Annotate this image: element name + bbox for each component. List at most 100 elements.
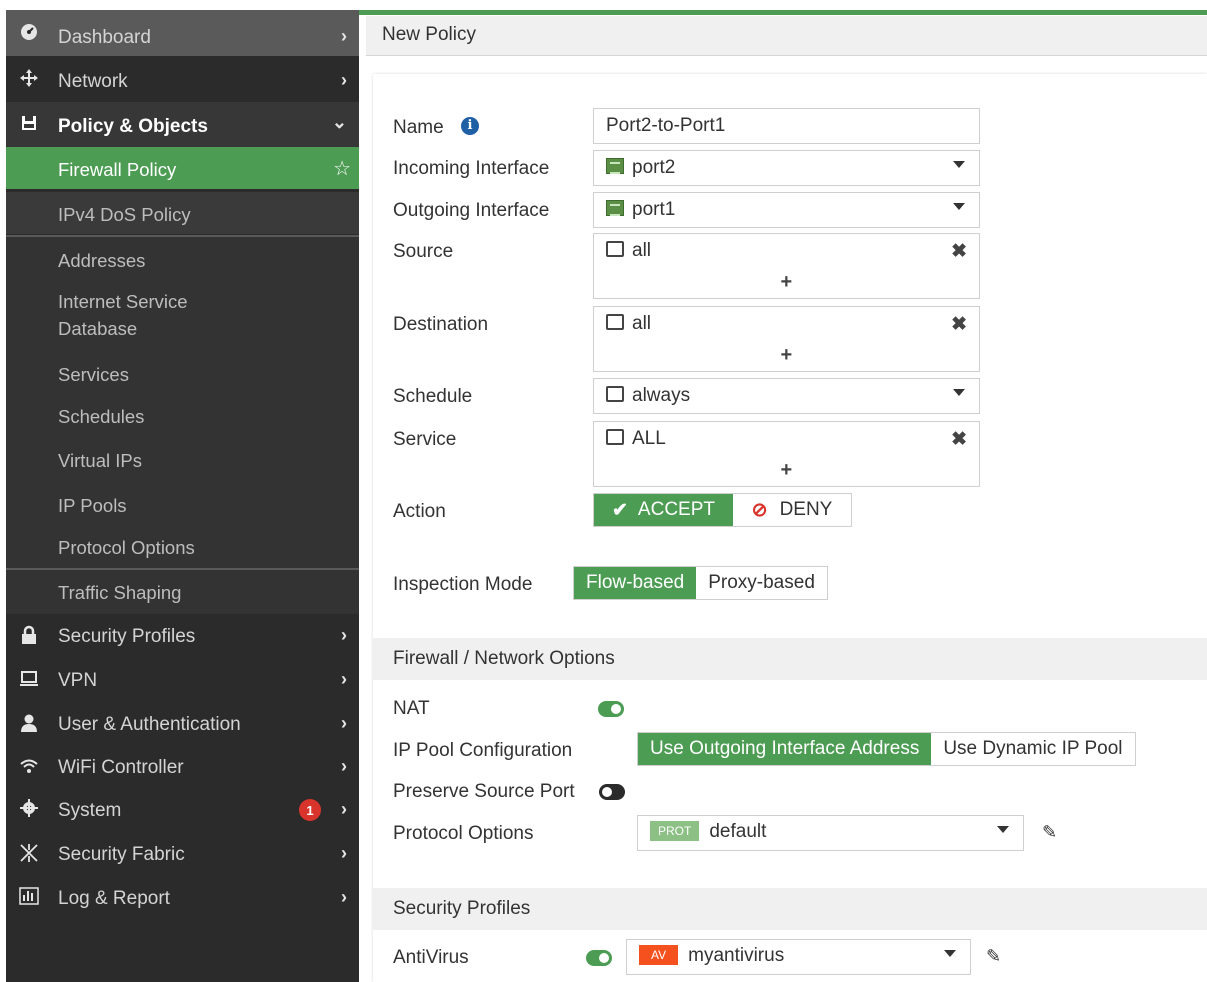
ip-pool-config-label: IP Pool Configuration xyxy=(393,740,573,761)
address-icon xyxy=(606,314,624,330)
destination-field[interactable]: all ✖ + xyxy=(593,306,980,372)
add-icon[interactable]: + xyxy=(781,344,793,367)
antivirus-value: myantivirus xyxy=(688,945,785,966)
sidebar-item-schedules[interactable]: Schedules xyxy=(6,395,359,438)
sidebar-item-label: Network xyxy=(58,71,128,92)
sidebar-item-label: Firewall Policy xyxy=(58,159,177,180)
sidebar-item-policy-objects[interactable]: Policy & Objects ⌄ xyxy=(6,102,359,147)
protocol-options-label: Protocol Options xyxy=(393,823,534,844)
prot-pill: PROT xyxy=(650,821,700,841)
sidebar-item-log-report[interactable]: Log & Report › xyxy=(6,876,359,920)
sidebar-item-label: Dashboard xyxy=(58,27,151,48)
close-icon[interactable]: ✖ xyxy=(951,240,967,263)
sidebar-item-vpn[interactable]: VPN › xyxy=(6,658,359,702)
security-profiles-section: Security Profiles xyxy=(373,888,1207,930)
sidebar-item-system[interactable]: System 1 › xyxy=(6,788,359,832)
laptop-icon xyxy=(18,670,40,693)
schedule-value: always xyxy=(632,385,691,406)
use-outgoing-interface-button[interactable]: Use Outgoing Interface Address xyxy=(638,733,932,765)
firewall-options-section: Firewall / Network Options xyxy=(373,638,1207,680)
service-icon xyxy=(606,429,624,445)
sidebar-item-label: Log & Report xyxy=(58,888,170,909)
sidebar-item-label: Addresses xyxy=(58,250,146,271)
sidebar-item-security-fabric[interactable]: Security Fabric › xyxy=(6,832,359,876)
protocol-options-select[interactable]: PROT default xyxy=(637,815,1024,851)
sidebar-item-network[interactable]: Network › xyxy=(6,56,359,102)
deny-button[interactable]: ⊘ DENY xyxy=(733,494,851,526)
sidebar-item-security-profiles[interactable]: Security Profiles › xyxy=(6,614,359,658)
inspection-mode-toggle: Flow-based Proxy-based xyxy=(573,566,828,600)
section-title: Security Profiles xyxy=(393,898,531,919)
sidebar-item-virtual-ips[interactable]: Virtual IPs xyxy=(6,438,359,483)
sidebar-item-ip-pools[interactable]: IP Pools xyxy=(6,483,359,526)
chevron-down-icon: ⌄ xyxy=(331,112,347,132)
sidebar-item-label: WiFi Controller xyxy=(58,757,184,778)
section-title: Firewall / Network Options xyxy=(393,648,615,669)
chevron-right-icon: › xyxy=(341,843,347,863)
caret-down-icon xyxy=(997,826,1009,833)
star-icon[interactable]: ☆ xyxy=(333,156,351,181)
sidebar-item-protocol-options[interactable]: Protocol Options xyxy=(6,526,359,568)
antivirus-toggle[interactable] xyxy=(586,950,612,966)
sidebar-item-label: Security Profiles xyxy=(58,626,196,647)
antivirus-select[interactable]: AV myantivirus xyxy=(626,939,971,975)
port-icon xyxy=(606,200,624,216)
chevron-right-icon: › xyxy=(341,887,347,907)
service-field[interactable]: ALL ✖ + xyxy=(593,421,980,487)
name-field[interactable]: Port2-to-Port1 xyxy=(593,108,980,144)
sidebar: Dashboard › Network › Policy & Objects ⌄… xyxy=(6,10,359,982)
check-icon: ✔ xyxy=(612,499,628,521)
nat-label: NAT xyxy=(393,698,430,719)
page-title: New Policy xyxy=(382,24,476,45)
sidebar-item-isdb[interactable]: Internet Service Database xyxy=(6,281,359,353)
sidebar-item-traffic-shaping[interactable]: Traffic Shaping xyxy=(6,570,359,614)
edit-pencil-icon[interactable]: ✎ xyxy=(986,946,1001,967)
sidebar-item-label: Policy & Objects xyxy=(58,116,208,137)
sidebar-item-label: Virtual IPs xyxy=(58,450,142,471)
add-icon[interactable]: + xyxy=(781,459,793,482)
protocol-options-value: default xyxy=(709,821,767,842)
sidebar-item-label: IP Pools xyxy=(58,495,127,516)
schedule-select[interactable]: always xyxy=(593,378,980,414)
ip-pool-toggle: Use Outgoing Interface Address Use Dynam… xyxy=(637,732,1136,766)
accept-button[interactable]: ✔ ACCEPT xyxy=(594,494,733,526)
flow-based-button[interactable]: Flow-based xyxy=(574,567,697,599)
nat-toggle[interactable] xyxy=(598,701,624,717)
sidebar-item-addresses[interactable]: Addresses xyxy=(6,237,359,281)
preserve-source-port-toggle[interactable] xyxy=(599,784,625,800)
network-move-icon xyxy=(18,68,40,93)
proxy-based-button[interactable]: Proxy-based xyxy=(696,567,827,599)
sidebar-item-label: Traffic Shaping xyxy=(58,582,182,603)
source-field[interactable]: all ✖ + xyxy=(593,233,980,299)
name-label: Name xyxy=(393,117,444,138)
sidebar-item-services[interactable]: Services xyxy=(6,353,359,395)
sidebar-item-ipv4-dos[interactable]: IPv4 DoS Policy xyxy=(6,192,359,234)
schedule-label: Schedule xyxy=(393,386,473,407)
service-label: Service xyxy=(393,429,457,450)
caret-down-icon xyxy=(953,389,965,396)
close-icon[interactable]: ✖ xyxy=(951,313,967,336)
use-dynamic-ip-pool-button[interactable]: Use Dynamic IP Pool xyxy=(931,733,1135,765)
policy-icon xyxy=(18,114,40,137)
sidebar-item-dashboard[interactable]: Dashboard › xyxy=(6,10,359,56)
sidebar-item-label: Services xyxy=(58,364,129,385)
close-icon[interactable]: ✖ xyxy=(951,428,967,451)
sidebar-item-label: VPN xyxy=(58,670,98,691)
outgoing-interface-select[interactable]: port1 xyxy=(593,192,980,228)
source-value: all xyxy=(632,240,652,261)
info-icon[interactable]: i xyxy=(461,117,479,135)
sidebar-item-wifi[interactable]: WiFi Controller › xyxy=(6,746,359,788)
sidebar-item-label: Protocol Options xyxy=(58,537,195,558)
add-icon[interactable]: + xyxy=(781,271,793,294)
gear-icon xyxy=(18,799,40,822)
incoming-interface-select[interactable]: port2 xyxy=(593,150,980,186)
edit-pencil-icon[interactable]: ✎ xyxy=(1042,822,1057,843)
user-icon xyxy=(18,713,40,738)
sidebar-item-label: IPv4 DoS Policy xyxy=(58,204,191,225)
dashboard-icon xyxy=(18,23,40,46)
schedule-icon xyxy=(606,386,624,402)
page-header: New Policy xyxy=(366,16,1207,56)
sidebar-item-user-auth[interactable]: User & Authentication › xyxy=(6,702,359,746)
sidebar-item-firewall-policy[interactable]: Firewall Policy ☆ xyxy=(6,147,359,189)
inspection-mode-label: Inspection Mode xyxy=(393,574,533,595)
